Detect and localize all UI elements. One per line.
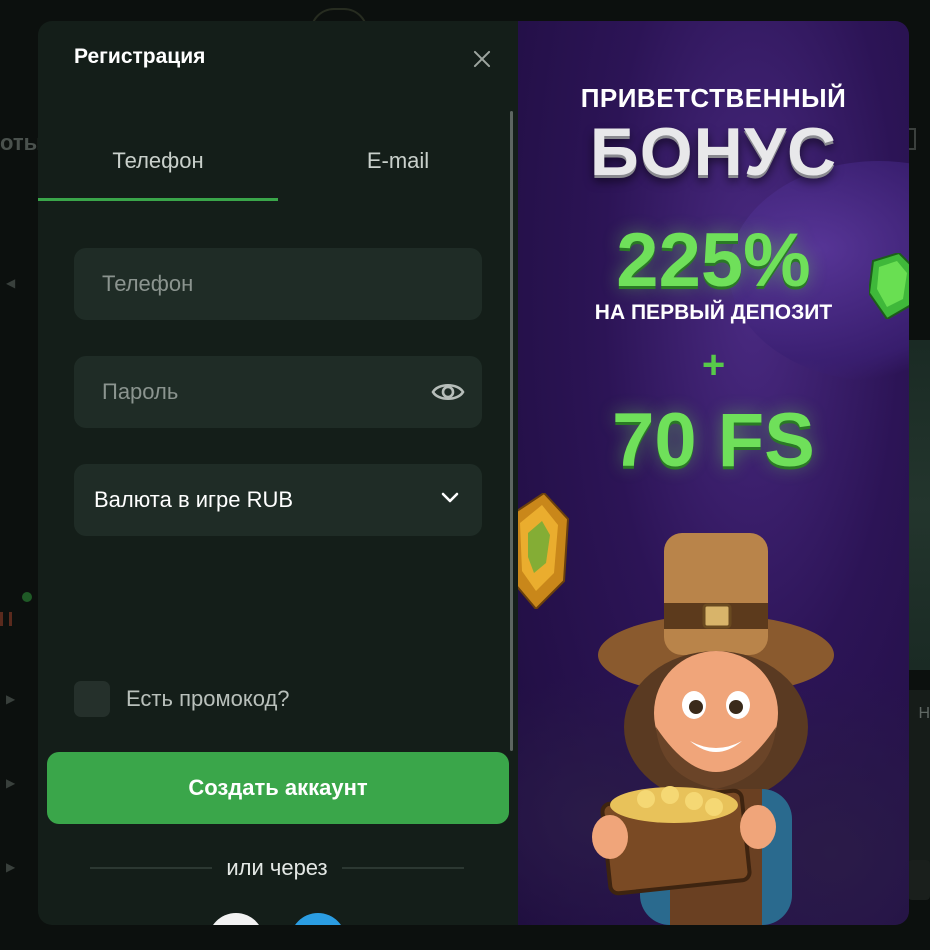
banner-free-spins: 70 FS: [612, 398, 815, 483]
eye-icon[interactable]: [430, 374, 466, 410]
background-button: [908, 860, 930, 900]
or-text: или через: [226, 855, 328, 880]
tab-email[interactable]: E-mail: [278, 121, 518, 201]
auth-tabs: Телефон E-mail: [38, 121, 518, 201]
background-bars-icon: [0, 612, 12, 626]
promo-toggle[interactable]: Есть промокод?: [74, 681, 290, 717]
password-field[interactable]: [74, 356, 482, 428]
background-arrow-icon: ▶: [6, 776, 16, 790]
background-arrow-icon: ◀: [6, 276, 16, 290]
tab-phone[interactable]: Телефон: [38, 121, 278, 201]
background-arrow-icon: ▶: [6, 692, 16, 706]
or-divider: или через: [90, 855, 464, 881]
close-icon[interactable]: [468, 45, 496, 73]
telegram-login-button[interactable]: [290, 913, 346, 925]
banner-plus: +: [701, 343, 726, 387]
prospector-character-illustration: [592, 533, 834, 925]
form-scrollbar[interactable]: [510, 111, 513, 751]
registration-form-pane: Регистрация Телефон E-mail Валюта в игре…: [38, 21, 518, 925]
background-game-thumb: [908, 340, 930, 670]
currency-select[interactable]: Валюта в игре RUB: [74, 464, 482, 536]
banner-bonus-word: БОНУС: [589, 114, 838, 190]
welcome-bonus-banner: ПРИВЕТСТВЕННЫЙ БОНУС 225% НА ПЕРВЫЙ ДЕПО…: [518, 21, 909, 925]
green-gem-icon: [869, 253, 909, 319]
background-status-dot: [22, 592, 32, 602]
promo-checkbox[interactable]: [74, 681, 110, 717]
promo-label: Есть промокод?: [126, 686, 290, 711]
divider-line: [341, 867, 464, 869]
banner-percent: 225%: [616, 218, 811, 303]
registration-modal: Регистрация Телефон E-mail Валюта в игре…: [38, 21, 909, 925]
background-right-text: Н: [918, 705, 930, 722]
banner-deposit-text: НА ПЕРВЫЙ ДЕПОЗИТ: [594, 301, 833, 324]
phone-field[interactable]: [74, 248, 482, 320]
chevron-down-icon: [441, 492, 459, 503]
phone-input[interactable]: [102, 271, 482, 297]
banner-heading: ПРИВЕТСТВЕННЫЙ: [580, 83, 847, 113]
background-nav-text: оты: [0, 130, 43, 155]
background-bracket: [908, 128, 916, 150]
social-login-button[interactable]: [208, 913, 264, 925]
background-arrow-icon: ▶: [6, 860, 16, 874]
gold-gem-icon: [518, 493, 570, 609]
currency-select-value: Валюта в игре RUB: [94, 487, 294, 512]
divider-line: [90, 867, 213, 869]
password-input[interactable]: [102, 379, 482, 405]
modal-title: Регистрация: [74, 45, 206, 68]
create-account-button[interactable]: Создать аккаунт: [47, 752, 509, 824]
